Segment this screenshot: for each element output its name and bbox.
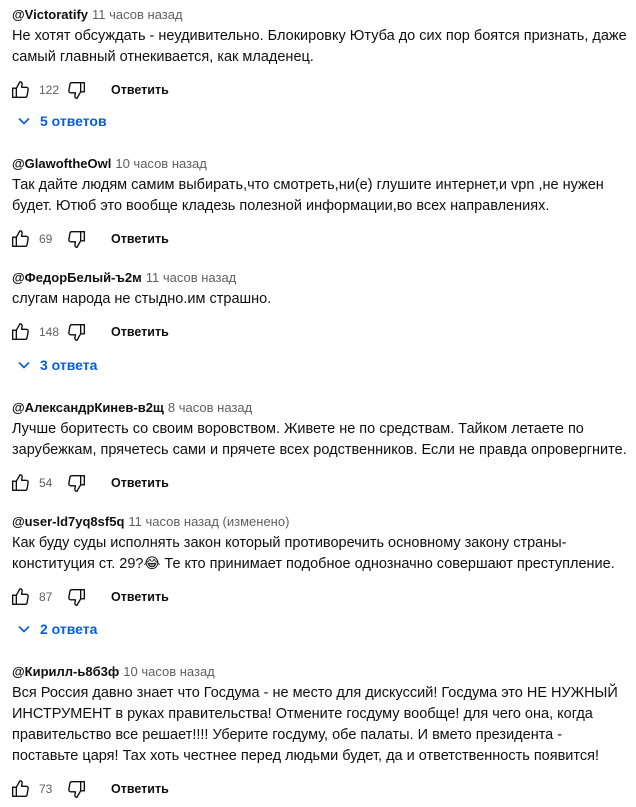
comment-actions: 87 Ответить xyxy=(8,579,632,615)
comment: @ФедорБелый-ъ2м 11 часов назад слугам нар… xyxy=(11,269,632,350)
view-replies-button[interactable]: 3 ответа xyxy=(12,347,97,383)
comment-actions: 73 Ответить xyxy=(8,771,632,807)
view-replies-button[interactable]: 2 ответа xyxy=(12,611,97,647)
comment-header: @АлександрКинев-в2щ 8 часов назад xyxy=(12,399,632,417)
thumbs-up-icon[interactable] xyxy=(8,320,32,344)
chevron-down-icon xyxy=(12,617,36,641)
comment-author[interactable]: @user-ld7yq8sf5q xyxy=(12,514,124,529)
comment-timestamp[interactable]: 10 часов назад xyxy=(123,664,215,679)
comment-author[interactable]: @АлександрКинев-в2щ xyxy=(12,400,164,415)
reply-button[interactable]: Ответить xyxy=(111,782,169,796)
replies-count-label: 3 ответа xyxy=(40,357,98,373)
reply-button[interactable]: Ответить xyxy=(111,476,169,490)
comment-header: @GlawoftheOwl 10 часов назад xyxy=(12,155,632,173)
view-replies-button[interactable]: 5 ответов xyxy=(12,103,107,139)
comment: @GlawoftheOwl 10 часов назад Так дайте лю… xyxy=(11,155,632,257)
like-count: 54 xyxy=(39,476,53,490)
thumbs-up-icon[interactable] xyxy=(8,777,32,801)
thumbs-down-icon[interactable] xyxy=(65,78,89,102)
like-count: 69 xyxy=(39,232,53,246)
thumbs-up-icon[interactable] xyxy=(8,585,32,609)
reply-button[interactable]: Ответить xyxy=(111,325,169,339)
comment-author[interactable]: @ФедорБелый-ъ2м xyxy=(12,270,142,285)
comment-timestamp[interactable]: 10 часов назад xyxy=(115,156,207,171)
comment-text: Как буду суды исполнять закон который пр… xyxy=(12,535,615,572)
reply-button[interactable]: Ответить xyxy=(111,83,169,97)
comment-timestamp[interactable]: 8 часов назад xyxy=(168,400,252,415)
comment-text: Вся Россия давно знает что Госдума - не … xyxy=(12,685,618,764)
comment-author[interactable]: @Кирилл-ь8б3ф xyxy=(12,664,119,679)
comment-actions: 148 Ответить xyxy=(8,314,632,350)
thumbs-up-icon[interactable] xyxy=(8,78,32,102)
comment-actions: 69 Ответить xyxy=(8,221,632,257)
comment-header: @user-ld7yq8sf5q 11 часов назад (изменено… xyxy=(12,513,632,531)
replies-count-label: 5 ответов xyxy=(40,113,107,129)
like-count: 87 xyxy=(39,590,53,604)
like-count: 148 xyxy=(39,325,60,339)
thumbs-up-icon[interactable] xyxy=(8,471,32,495)
comment-text: Так дайте людям самим выбирать,что смотр… xyxy=(12,177,604,214)
comment-header: @ФедорБелый-ъ2м 11 часов назад xyxy=(12,269,632,287)
comment-timestamp[interactable]: 11 часов назад xyxy=(92,7,183,22)
reply-button[interactable]: Ответить xyxy=(111,590,169,604)
comment: @user-ld7yq8sf5q 11 часов назад (изменено… xyxy=(11,513,632,615)
comment: @Victoratify 11 часов назад Не хотят обсу… xyxy=(11,6,632,108)
chevron-down-icon xyxy=(12,353,36,377)
replies-count-label: 2 ответа xyxy=(40,621,98,637)
thumbs-down-icon[interactable] xyxy=(65,227,89,251)
comment: @Кирилл-ь8б3ф 10 часов назад Вся Россия д… xyxy=(11,663,632,807)
comment-text: Лучше боритесть со своим воровством. Жив… xyxy=(12,421,627,458)
thumbs-down-icon[interactable] xyxy=(65,585,89,609)
comment-header: @Кирилл-ь8б3ф 10 часов назад xyxy=(12,663,632,681)
like-count: 122 xyxy=(39,83,60,97)
thumbs-down-icon[interactable] xyxy=(65,777,89,801)
reply-button[interactable]: Ответить xyxy=(111,232,169,246)
comment-timestamp[interactable]: 11 часов назад (изменено) xyxy=(128,514,289,529)
comment-text: Не хотят обсуждать - неудивительно. Блок… xyxy=(12,28,627,65)
comment-actions: 54 Ответить xyxy=(8,465,632,501)
comment-author[interactable]: @GlawoftheOwl xyxy=(12,156,111,171)
like-count: 73 xyxy=(39,782,53,796)
thumbs-up-icon[interactable] xyxy=(8,227,32,251)
comment-timestamp[interactable]: 11 часов назад xyxy=(146,270,237,285)
comment-text: слугам народа не стыдно.им страшно. xyxy=(12,291,272,307)
comment-author[interactable]: @Victoratify xyxy=(12,7,88,22)
thumbs-down-icon[interactable] xyxy=(65,471,89,495)
comment-header: @Victoratify 11 часов назад xyxy=(12,6,632,24)
comment: @АлександрКинев-в2щ 8 часов назад Лучше б… xyxy=(11,399,632,501)
chevron-down-icon xyxy=(12,109,36,133)
thumbs-down-icon[interactable] xyxy=(65,320,89,344)
